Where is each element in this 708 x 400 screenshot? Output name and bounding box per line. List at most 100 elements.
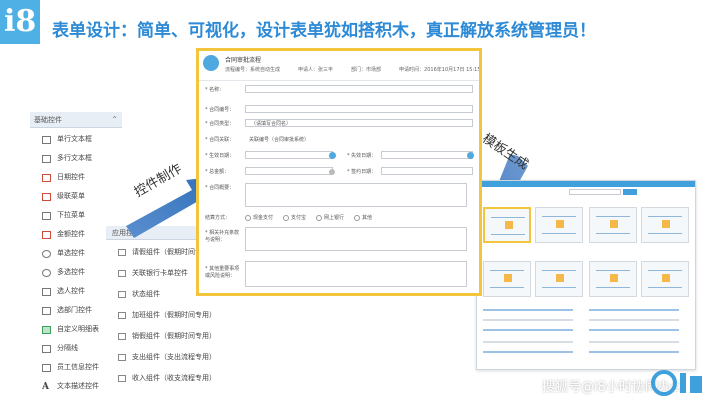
field-sign-date-input[interactable] — [381, 167, 473, 175]
template-list-row[interactable] — [483, 351, 573, 353]
template-list-row[interactable] — [483, 309, 573, 311]
radio-icon — [42, 249, 51, 258]
field-sign-date-label: * 签约日期： — [347, 169, 377, 175]
field-amount-row[interactable]: * 总金额： * 签约日期： — [205, 167, 477, 177]
calendar-icon[interactable] — [329, 152, 336, 159]
field-end-date-input[interactable] — [381, 151, 473, 159]
palette-item-label: 级联菜单 — [57, 192, 85, 200]
field-contract-no[interactable]: * 合同编号： — [205, 105, 477, 115]
overtime-icon — [118, 312, 126, 319]
sub-palette-item[interactable]: 销假组件（假期时间专用） — [118, 326, 218, 347]
form-designer-window: 合同审批流程 流程编号：系统自动生成 申请人：张三丰 部门：市场部 申请时间：2016… — [196, 48, 482, 296]
palette-item-label: 金额控件 — [57, 230, 85, 238]
form-meta-item: 流程编号：系统自动生成 — [225, 67, 281, 73]
brand-logo: i8 — [0, 0, 40, 44]
mindmap-preview-icon — [491, 217, 525, 235]
field-pay-type[interactable]: 结算方式： 现金支付 支付宝 网上银行 其他 — [205, 213, 477, 223]
field-end-date-label: * 失效日期： — [347, 153, 377, 159]
sub-palette-item[interactable]: 加班组件（假期时间专用） — [118, 305, 218, 326]
person-icon — [42, 287, 51, 296]
pay-type-options[interactable]: 现金支付 支付宝 网上银行 其他 — [245, 214, 372, 221]
palette-item-label: 选人控件 — [57, 287, 85, 295]
palette-item[interactable]: 多行文本框 — [42, 149, 122, 168]
field-contract-no-input[interactable] — [245, 105, 473, 113]
field-start-date-label: * 生效日期： — [205, 153, 235, 159]
mindmap-preview-icon — [648, 216, 682, 234]
money-icon — [42, 230, 51, 239]
template-list-row[interactable] — [483, 329, 573, 331]
template-list-row[interactable] — [483, 319, 573, 321]
mindmap-preview-icon — [596, 270, 630, 288]
palette-item[interactable]: 自定义明细表 — [42, 320, 122, 339]
template-list-row[interactable] — [589, 341, 679, 343]
field-remark-textarea[interactable] — [245, 261, 467, 287]
template-thumbnail[interactable] — [483, 207, 531, 243]
field-remark-label: * 其他重要事项或风险说明： — [205, 266, 240, 279]
palette-item-label: 文本描述控件 — [57, 382, 99, 390]
sub-palette-item-label: 关联银行卡单控件 — [132, 269, 188, 277]
field-dates[interactable]: * 生效日期： * 失效日期： — [205, 151, 477, 161]
template-thumbnail[interactable] — [589, 261, 637, 297]
palette-header[interactable]: 基础控件 ⌃ — [30, 112, 122, 128]
field-amount-label: * 总金额： — [205, 169, 230, 175]
field-name[interactable]: * 名称： — [205, 85, 477, 95]
palette-item[interactable]: 选部门控件 — [42, 301, 122, 320]
sub-palette-item[interactable]: 支出组件（支出流程专用） — [118, 347, 218, 368]
palette-item-label: 员工信息控件 — [57, 363, 99, 371]
template-list-row[interactable] — [589, 319, 679, 321]
field-related[interactable]: * 合同关联： 关联编号（合同审批系统） — [205, 135, 477, 145]
palette-item[interactable]: 员工信息控件 — [42, 358, 122, 377]
dropdown-icon — [42, 211, 51, 220]
field-amount-input[interactable] — [245, 167, 333, 175]
detail-table-icon — [42, 325, 51, 334]
template-thumbnail[interactable] — [641, 261, 689, 297]
field-name-input[interactable] — [245, 85, 473, 93]
template-list-row[interactable] — [589, 329, 679, 331]
template-search-input[interactable] — [569, 189, 621, 195]
template-thumbnail[interactable] — [589, 207, 637, 243]
field-supplement-textarea[interactable] — [245, 227, 467, 251]
pay-option-radio[interactable]: 现金支付 — [245, 214, 273, 221]
form-title: 合同审批流程 — [225, 57, 262, 64]
pay-option-radio[interactable]: 其他 — [354, 214, 372, 221]
field-related-label: * 合同关联： — [205, 137, 235, 143]
field-pay-type-label: 结算方式： — [205, 215, 231, 221]
field-contract-type[interactable]: * 合同类型： （请填写合同名） — [205, 119, 477, 129]
palette-item[interactable]: 单选控件 — [42, 244, 122, 263]
text-icon: A — [42, 381, 49, 392]
palette-item[interactable]: 级联菜单 — [42, 187, 122, 206]
palette-item[interactable]: 分隔线 — [42, 339, 122, 358]
pay-option-radio[interactable]: 网上银行 — [316, 214, 344, 221]
cascade-icon — [42, 192, 51, 201]
template-thumbnail[interactable] — [641, 207, 689, 243]
palette-item-label: 分隔线 — [57, 344, 78, 352]
palette-item[interactable]: 单行文本框 — [42, 130, 122, 149]
template-list-row[interactable] — [589, 351, 679, 353]
palette-item[interactable]: 日期控件 — [42, 168, 122, 187]
palette-item-label: 下拉菜单 — [57, 211, 85, 219]
template-thumbnail[interactable] — [483, 261, 531, 297]
form-meta-item: 申请人：张三丰 — [298, 67, 334, 73]
field-contract-type-value: （请填写合同名） — [251, 121, 292, 127]
template-search-button[interactable] — [623, 189, 637, 195]
field-summary-textarea[interactable] — [245, 183, 467, 207]
calendar-icon[interactable] — [467, 152, 474, 159]
palette-item[interactable]: 选人控件 — [42, 282, 122, 301]
palette-item-label: 单行文本框 — [57, 135, 92, 143]
template-thumbnail[interactable] — [535, 207, 583, 243]
palette-item[interactable]: 多选控件 — [42, 263, 122, 282]
field-start-date-input[interactable] — [245, 151, 333, 159]
org-icon — [42, 306, 51, 315]
template-thumbnail[interactable] — [535, 261, 583, 297]
sub-palette-item[interactable]: 收入组件（收支流程专用） — [118, 368, 218, 389]
pay-option-radio[interactable]: 支付宝 — [283, 214, 306, 221]
mindmap-preview-icon — [596, 216, 630, 234]
template-list-row[interactable] — [483, 341, 573, 343]
template-list-row[interactable] — [589, 309, 679, 311]
divider-icon — [42, 344, 51, 353]
palette-list: 单行文本框多行文本框 日期控件级联菜单下拉菜单金额控件单选控件 多选控件选人控件选部… — [42, 130, 122, 396]
palette-item[interactable]: A 文本描述控件 — [42, 377, 122, 396]
collapse-icon[interactable]: ⌃ — [111, 112, 118, 128]
palette-item[interactable]: 下拉菜单 — [42, 206, 122, 225]
form-header: 合同审批流程 流程编号：系统自动生成 申请人：张三丰 部门：市场部 申请时间：2016… — [199, 51, 479, 81]
